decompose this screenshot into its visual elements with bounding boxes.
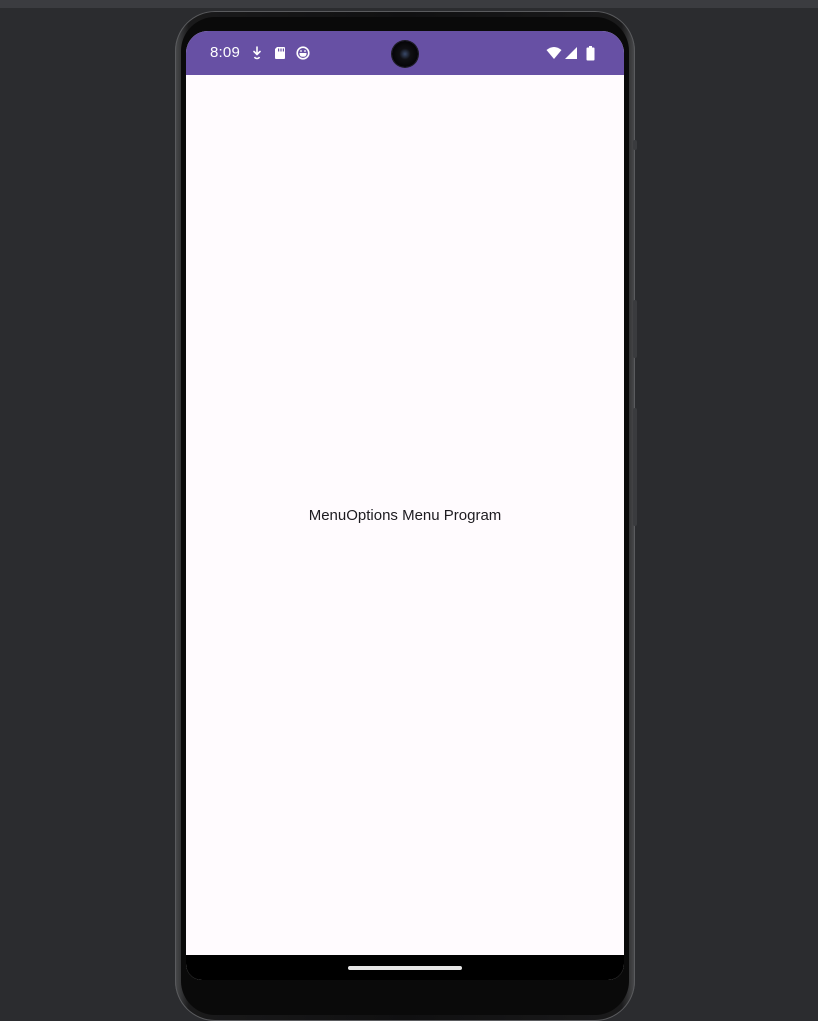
download-icon (249, 45, 265, 61)
device-screen: 8:09 MenuOptions Menu Program (186, 31, 624, 980)
wifi-icon (546, 45, 562, 61)
navigation-bar (186, 955, 624, 980)
cellular-signal-icon (563, 45, 579, 61)
home-indicator[interactable] (348, 966, 462, 970)
emulator-top-strip (0, 0, 818, 8)
battery-icon (582, 45, 598, 61)
power-button (633, 300, 637, 358)
main-content: MenuOptions Menu Program (186, 75, 624, 955)
front-camera (392, 41, 418, 67)
sd-card-icon (272, 45, 288, 61)
status-time: 8:09 (210, 44, 240, 61)
side-button-small (633, 140, 637, 150)
center-text: MenuOptions Menu Program (308, 507, 502, 524)
volume-button (633, 408, 637, 526)
status-bar: 8:09 (186, 31, 624, 75)
app-notification-icon (295, 45, 311, 61)
